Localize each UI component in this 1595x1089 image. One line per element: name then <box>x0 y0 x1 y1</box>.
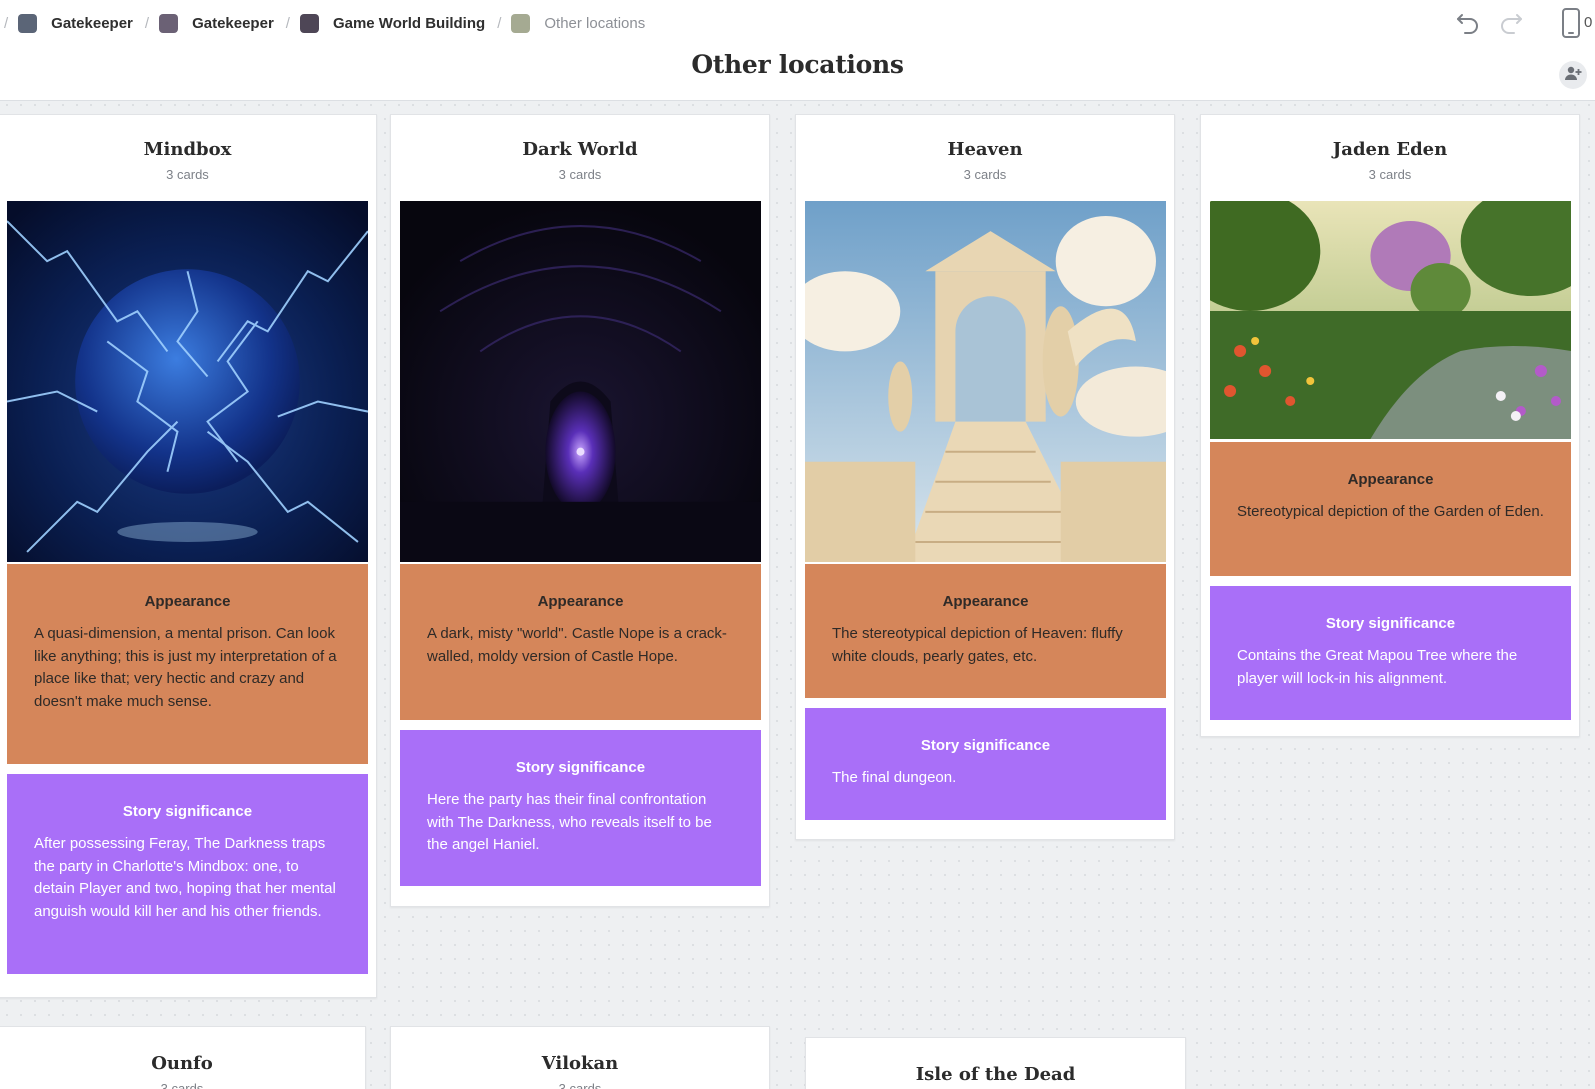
card-body: Stereotypical depiction of the Garden of… <box>1237 503 1544 520</box>
card-body: The final dungeon. <box>832 769 957 786</box>
card-appearance[interactable]: Appearance The stereotypical depiction o… <box>805 564 1166 698</box>
column-card-count: 3 cards <box>166 167 209 182</box>
card-appearance[interactable]: Appearance Stereotypical depiction of th… <box>1210 442 1571 576</box>
column-title: Isle of the Dead <box>915 1064 1076 1085</box>
board-color-swatch <box>18 13 38 33</box>
card-body: Here the party has their final confronta… <box>427 791 712 853</box>
card-appearance[interactable]: Appearance A quasi-dimension, a mental p… <box>7 564 368 764</box>
top-bar: / Gatekeeper / Gatekeeper / Game World B… <box>0 0 1595 101</box>
card-title: Story significance <box>920 737 1051 754</box>
column-title: Dark World <box>522 139 638 160</box>
card-appearance[interactable]: Appearance A dark, misty "world". Castle… <box>400 564 761 720</box>
column-title: Heaven <box>947 139 1023 160</box>
breadcrumb-item-game-world-building[interactable]: Game World Building <box>286 13 486 33</box>
column-card-count: 3 cards <box>558 1081 602 1089</box>
card-body: After possessing Feray, The Darkness tra… <box>34 835 336 920</box>
board-color-swatch <box>299 13 319 33</box>
redo-icon[interactable] <box>1497 8 1525 41</box>
card-story-significance[interactable]: Story significance The final dungeon. <box>805 708 1166 820</box>
column-title: Vilokan <box>541 1053 619 1074</box>
column-card-count: 3 cards <box>1368 167 1412 182</box>
add-user-icon <box>1564 65 1582 86</box>
card-story-significance[interactable]: Story significance Here the party has th… <box>400 730 761 886</box>
column-jaden-eden[interactable]: Jaden Eden 3 cards Appearance Stereotypi… <box>1200 114 1580 737</box>
column-ounfo[interactable]: Ounfo 3 cards <box>0 1026 366 1089</box>
board-color-swatch <box>159 13 179 33</box>
image-card-dark-world[interactable] <box>400 201 761 562</box>
page-title: Other locations <box>691 50 904 79</box>
card-story-significance[interactable]: Story significance After possessing Fera… <box>7 774 368 974</box>
image-card-jaden-eden[interactable] <box>1210 201 1571 439</box>
column-card-count: 3 cards <box>160 1081 204 1089</box>
column-isle-of-the-dead[interactable]: Isle of the Dead <box>805 1037 1186 1089</box>
card-body: Contains the Great Mapou Tree where the … <box>1237 647 1518 687</box>
card-title: Appearance <box>144 593 231 610</box>
image-card-mindbox[interactable] <box>7 201 368 562</box>
column-title: Mindbox <box>143 139 232 160</box>
board-color-swatch <box>511 13 531 33</box>
column-title: Jaden Eden <box>1332 139 1448 160</box>
breadcrumb-label: Gatekeeper <box>192 14 274 32</box>
column-title: Ounfo <box>151 1053 213 1074</box>
card-body: The stereotypical depiction of Heaven: f… <box>832 625 1123 665</box>
card-body: A dark, misty "world". Castle Nope is a … <box>427 625 727 665</box>
image-card-heaven[interactable] <box>805 201 1166 562</box>
mobile-device-icon[interactable] <box>1561 8 1581 43</box>
column-dark-world[interactable]: Dark World 3 cards Appearance A dark, mi… <box>390 114 770 907</box>
card-title: Story significance <box>515 759 646 776</box>
card-body: A quasi-dimension, a mental prison. Can … <box>34 625 337 710</box>
breadcrumb: / Gatekeeper / Gatekeeper / Game World B… <box>0 12 645 34</box>
card-title: Story significance <box>122 803 253 820</box>
breadcrumb-item-other-locations[interactable]: Other locations <box>497 13 646 33</box>
breadcrumb-label: Other locations <box>544 14 646 32</box>
breadcrumb-item-gatekeeper-2[interactable]: Gatekeeper <box>145 13 274 33</box>
column-mindbox[interactable]: Mindbox 3 cards Appearance A quasi-dimen… <box>0 114 377 998</box>
column-vilokan[interactable]: Vilokan 3 cards <box>390 1026 770 1089</box>
breadcrumb-item-gatekeeper-1[interactable]: Gatekeeper <box>4 13 133 33</box>
column-card-count: 3 cards <box>963 167 1007 182</box>
card-title: Story significance <box>1325 615 1456 632</box>
card-title: Appearance <box>942 593 1029 610</box>
card-story-significance[interactable]: Story significance Contains the Great Ma… <box>1210 586 1571 720</box>
column-heaven[interactable]: Heaven 3 cards Appearance The stereotypi… <box>795 114 1175 840</box>
device-count: 0 <box>1584 14 1593 31</box>
breadcrumb-label: Game World Building <box>332 14 486 32</box>
card-title: Appearance <box>1347 471 1434 488</box>
card-title: Appearance <box>537 593 624 610</box>
breadcrumb-label: Gatekeeper <box>51 14 133 32</box>
column-card-count: 3 cards <box>558 167 602 182</box>
invite-user-button[interactable] <box>1559 61 1587 89</box>
undo-icon[interactable] <box>1454 8 1482 41</box>
